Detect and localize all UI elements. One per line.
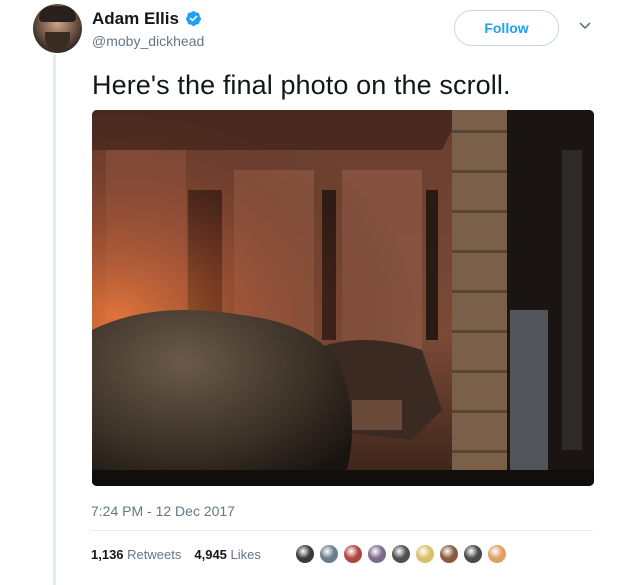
chevron-down-icon[interactable] [579,22,591,30]
tweet-photo[interactable] [92,110,594,486]
tweet-text: Here's the final photo on the scroll. [92,70,511,100]
display-name[interactable]: Adam Ellis [92,9,179,29]
likes-label: Likes [230,547,261,562]
liker-avatar[interactable] [366,543,388,565]
liker-avatar[interactable] [318,543,340,565]
liker-avatar[interactable] [342,543,364,565]
thread-line [53,54,56,585]
liker-avatars [294,543,510,565]
avatar-hair [39,6,76,22]
tweet-timestamp[interactable]: 7:24 PM - 12 Dec 2017 [91,503,235,519]
liker-avatar[interactable] [486,543,508,565]
liker-avatar[interactable] [294,543,316,565]
likes-stat[interactable]: 4,945 Likes [194,547,261,562]
handle[interactable]: @moby_dickhead [92,33,204,49]
liker-avatar[interactable] [414,543,436,565]
photo-scene [92,110,594,486]
liker-avatar[interactable] [438,543,460,565]
retweets-label: Retweets [127,547,182,562]
tweet-stats: 1,136 Retweets 4,945 Likes [91,547,270,562]
avatar[interactable] [33,4,82,53]
divider [91,530,593,531]
retweets-count: 1,136 [91,547,124,562]
retweets-stat[interactable]: 1,136 Retweets [91,547,181,562]
likes-count: 4,945 [194,547,227,562]
liker-avatar[interactable] [390,543,412,565]
avatar-beard [45,32,70,50]
follow-button[interactable]: Follow [454,10,559,46]
liker-avatar[interactable] [462,543,484,565]
verified-badge-icon [186,11,201,26]
